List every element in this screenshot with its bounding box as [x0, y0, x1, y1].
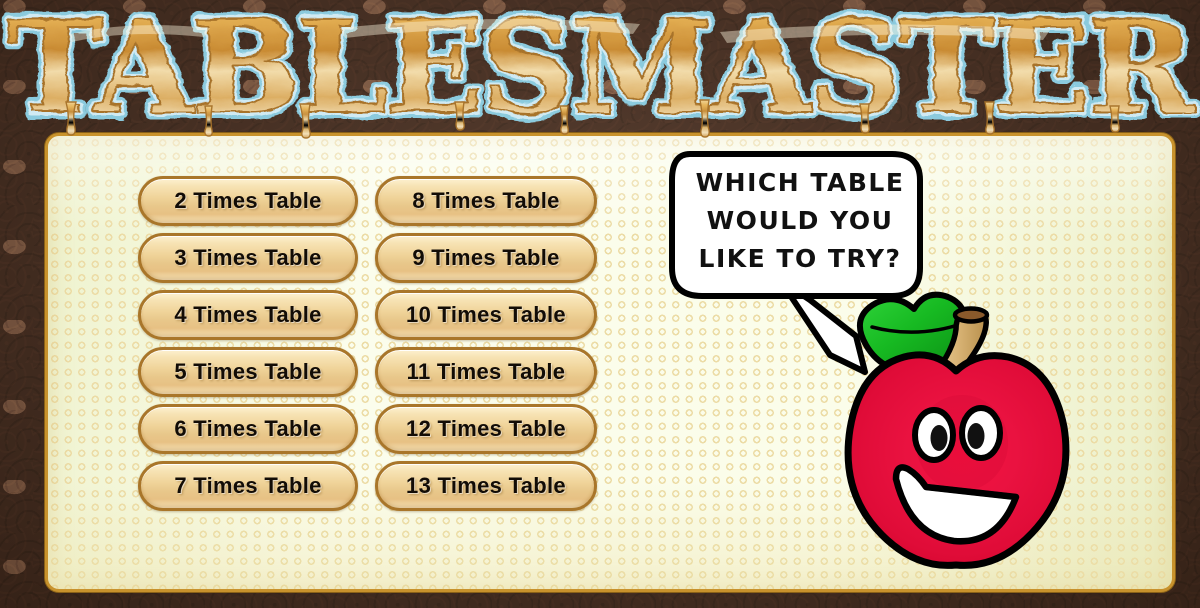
speech-bubble-text: WHICH TABLE WOULD YOU LIKE TO TRY?: [678, 164, 922, 278]
left-column: 2 Times Table 3 Times Table 4 Times Tabl…: [138, 176, 358, 516]
times-table-button-9[interactable]: 9 Times Table: [375, 233, 597, 283]
apple-eye-right: [959, 405, 1003, 461]
times-table-button-4[interactable]: 4 Times Table: [138, 290, 358, 340]
times-table-button-3[interactable]: 3 Times Table: [138, 233, 358, 283]
speech-bubble: WHICH TABLE WOULD YOU LIKE TO TRY?: [660, 140, 940, 400]
speech-line-1: WHICH TABLE: [695, 168, 905, 197]
times-table-button-5[interactable]: 5 Times Table: [138, 347, 358, 397]
apple-eye-left: [912, 407, 956, 463]
times-table-button-13[interactable]: 13 Times Table: [375, 461, 597, 511]
speech-line-2: WOULD YOU: [706, 206, 894, 235]
right-column: 8 Times Table 9 Times Table 10 Times Tab…: [375, 176, 597, 516]
times-table-button-11[interactable]: 11 Times Table: [375, 347, 597, 397]
speech-line-3: LIKE TO TRY?: [698, 244, 902, 273]
times-table-button-10[interactable]: 10 Times Table: [375, 290, 597, 340]
app-stage: TABLESMASTER TABLESMASTER TABLESMASTER 2…: [0, 0, 1200, 608]
times-table-button-7[interactable]: 7 Times Table: [138, 461, 358, 511]
times-table-menu: 2 Times Table 3 Times Table 4 Times Tabl…: [138, 176, 598, 516]
times-table-button-6[interactable]: 6 Times Table: [138, 404, 358, 454]
times-table-button-12[interactable]: 12 Times Table: [375, 404, 597, 454]
times-table-button-2[interactable]: 2 Times Table: [138, 176, 358, 226]
times-table-button-8[interactable]: 8 Times Table: [375, 176, 597, 226]
